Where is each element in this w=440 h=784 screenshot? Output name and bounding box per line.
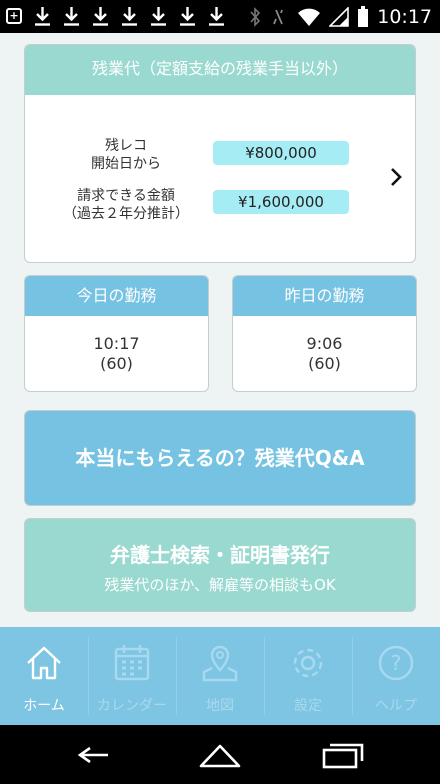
system-icons: 10:17 bbox=[249, 4, 432, 29]
status-bar: + 10:17 bbox=[0, 0, 440, 33]
overtime-card-title: 残業代（定額支給の残業手当以外） bbox=[25, 45, 415, 95]
tab-help-label: ヘルプ bbox=[375, 698, 417, 714]
tab-settings[interactable]: 設定 bbox=[264, 627, 352, 725]
tab-map[interactable]: 地図 bbox=[176, 627, 264, 725]
notification-icons: + bbox=[6, 6, 225, 26]
tab-home[interactable]: ホーム bbox=[0, 627, 88, 725]
claimable-value: ¥1,600,000 bbox=[213, 190, 349, 214]
tab-calendar[interactable]: カレンダー bbox=[88, 627, 176, 725]
wifi-icon bbox=[298, 8, 321, 26]
tab-bar: ホーム カレンダー 地図 設定 ? ヘルプ bbox=[0, 627, 440, 725]
tab-home-label: ホーム bbox=[23, 698, 65, 714]
download-icon bbox=[121, 6, 138, 26]
signal-icon bbox=[329, 6, 350, 27]
today-work-title: 今日の勤務 bbox=[25, 276, 208, 316]
battery-icon bbox=[358, 5, 369, 27]
today-work-time: 10:17 bbox=[93, 334, 140, 353]
tab-map-label: 地図 bbox=[206, 698, 234, 714]
bluetooth-icon bbox=[250, 6, 261, 27]
today-break-time: (60) bbox=[100, 354, 133, 373]
chevron-right-icon bbox=[391, 168, 402, 186]
home-icon bbox=[27, 646, 61, 680]
yesterday-work-time: 9:06 bbox=[306, 334, 343, 353]
tab-settings-label: 設定 bbox=[294, 698, 322, 714]
tab-calendar-label: カレンダー bbox=[97, 698, 167, 714]
mute-icon bbox=[273, 9, 284, 24]
svg-text:?: ? bbox=[391, 651, 402, 675]
lawyer-search-subtitle: 残業代のほか、解雇等の相談もOK bbox=[104, 576, 336, 594]
download-icon bbox=[34, 6, 51, 26]
add-box-icon: + bbox=[6, 8, 22, 24]
claimable-label-line2: （過去２年分推計） bbox=[63, 206, 189, 222]
claimable-label: 請求できる金額 （過去２年分推計） bbox=[61, 187, 191, 223]
system-nav-bar bbox=[0, 725, 440, 784]
download-icon bbox=[150, 6, 167, 26]
since-start-value: ¥800,000 bbox=[213, 141, 349, 165]
lawyer-search-title: 弁護士検索・証明書発行 bbox=[110, 543, 330, 567]
overtime-qa-button[interactable]: 本当にもらえるの？残業代Q&A bbox=[24, 410, 416, 506]
map-icon bbox=[202, 645, 238, 682]
since-start-label-line2: 開始日から bbox=[91, 156, 161, 172]
today-work-card[interactable]: 今日の勤務 10:17 (60) bbox=[24, 275, 209, 392]
since-start-label: 残レコ 開始日から bbox=[61, 137, 191, 173]
home-nav-icon[interactable] bbox=[197, 740, 243, 770]
yesterday-work-title: 昨日の勤務 bbox=[233, 276, 416, 316]
since-start-label-line1: 残レコ bbox=[105, 138, 147, 154]
recents-icon[interactable] bbox=[320, 740, 366, 770]
calendar-icon bbox=[114, 645, 150, 681]
gear-icon bbox=[293, 648, 323, 678]
yesterday-work-card[interactable]: 昨日の勤務 9:06 (60) bbox=[232, 275, 417, 392]
download-icon bbox=[63, 6, 80, 26]
lawyer-search-button[interactable]: 弁護士検索・証明書発行 残業代のほか、解雇等の相談もOK bbox=[24, 518, 416, 612]
download-icon bbox=[92, 6, 109, 26]
tab-help[interactable]: ? ヘルプ bbox=[352, 627, 440, 725]
back-icon[interactable] bbox=[76, 740, 122, 770]
clock: 10:17 bbox=[377, 5, 432, 28]
help-icon: ? bbox=[378, 645, 414, 681]
download-icon bbox=[208, 6, 225, 26]
overtime-card[interactable]: 残業代（定額支給の残業手当以外） 残レコ 開始日から ¥800,000 請求でき… bbox=[24, 44, 416, 263]
yesterday-break-time: (60) bbox=[308, 354, 341, 373]
claimable-label-line1: 請求できる金額 bbox=[77, 188, 175, 204]
download-icon bbox=[179, 6, 196, 26]
